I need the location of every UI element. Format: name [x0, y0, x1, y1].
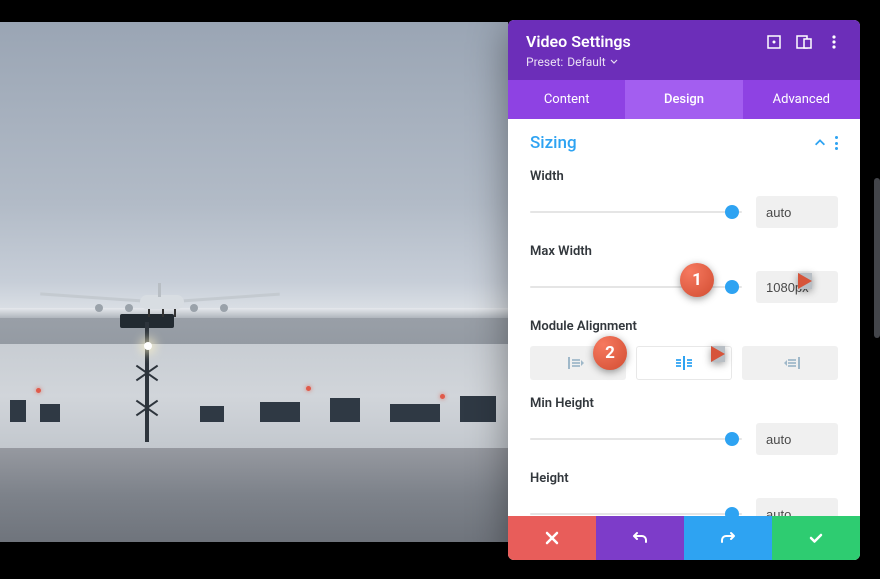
panel-title: Video Settings [526, 32, 766, 51]
height-slider[interactable] [530, 506, 742, 516]
preset-value: Default [567, 55, 605, 69]
panel-body: Sizing Width Max Width Module Alignment [508, 119, 860, 516]
min-height-slider[interactable] [530, 431, 742, 447]
label-min-height: Min Height [530, 396, 838, 411]
height-input[interactable] [756, 498, 838, 516]
callout-1: 1 [680, 263, 724, 297]
undo-icon [632, 530, 648, 546]
label-width: Width [530, 169, 838, 184]
align-right-button[interactable] [742, 346, 838, 380]
panel-footer [508, 516, 860, 560]
cancel-button[interactable] [508, 516, 596, 560]
tab-advanced[interactable]: Advanced [743, 80, 860, 119]
responsive-icon[interactable] [796, 34, 812, 50]
callout-number: 1 [680, 263, 714, 297]
kebab-menu-icon[interactable] [826, 34, 842, 50]
video-preview[interactable] [0, 22, 508, 542]
align-center-icon [673, 355, 695, 371]
max-width-input[interactable] [756, 271, 838, 303]
callout-2: 2 [593, 336, 637, 370]
preset-label: Preset: [526, 55, 563, 69]
callout-number: 2 [593, 336, 627, 370]
label-alignment: Module Alignment [530, 319, 838, 334]
label-height: Height [530, 471, 838, 486]
redo-button[interactable] [684, 516, 772, 560]
close-icon [544, 530, 560, 546]
width-slider[interactable] [530, 204, 742, 220]
tab-design[interactable]: Design [625, 80, 742, 119]
width-input[interactable] [756, 196, 838, 228]
confirm-button[interactable] [772, 516, 860, 560]
caret-down-icon [610, 58, 618, 66]
align-left-icon [567, 355, 589, 371]
undo-button[interactable] [596, 516, 684, 560]
expand-icon[interactable] [766, 34, 782, 50]
align-right-icon [779, 355, 801, 371]
stage: Video Settings Preset: Default Content D… [0, 0, 880, 579]
tab-bar: Content Design Advanced [508, 80, 860, 119]
section-menu-icon[interactable] [835, 136, 838, 150]
label-max-width: Max Width [530, 244, 838, 259]
min-height-input[interactable] [756, 423, 838, 455]
chevron-up-icon[interactable] [813, 136, 827, 150]
scrollbar-thumb[interactable] [874, 178, 880, 338]
section-title[interactable]: Sizing [530, 133, 813, 153]
redo-icon [720, 530, 736, 546]
panel-header: Video Settings Preset: Default [508, 20, 860, 80]
check-icon [808, 530, 824, 546]
preset-dropdown[interactable]: Preset: Default [526, 55, 618, 69]
tab-content[interactable]: Content [508, 80, 625, 119]
